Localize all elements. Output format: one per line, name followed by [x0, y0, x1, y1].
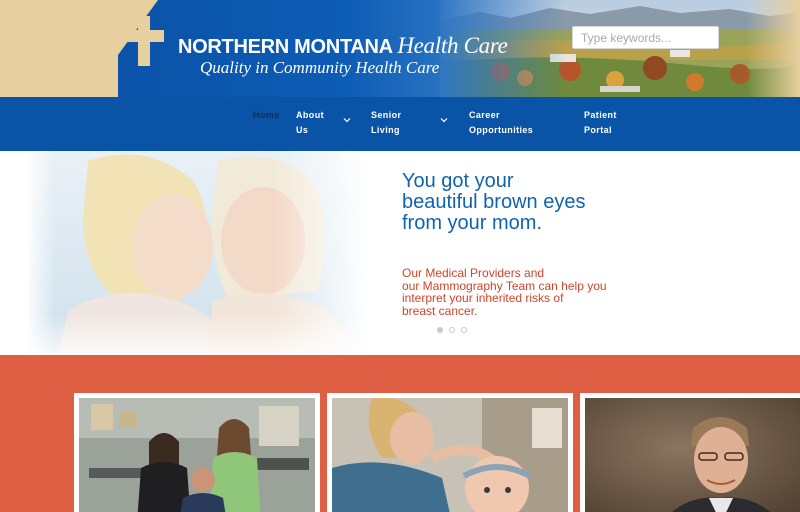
- feature-band: [0, 355, 800, 512]
- feature-card-pediatrics[interactable]: [327, 393, 573, 512]
- nav-item-label: Us: [296, 125, 309, 135]
- nav-item-label: Career: [469, 110, 500, 120]
- nav-item-patient-portal[interactable]: Patient Portal: [584, 108, 617, 138]
- nav-item-home[interactable]: Home: [253, 108, 280, 123]
- executive-portrait-photo: [585, 398, 800, 512]
- nav-item-label: Home: [253, 110, 280, 120]
- hero-headline-line: from your mom.: [402, 212, 543, 234]
- logo-cross-icon: [124, 16, 164, 66]
- nav-item-label: Patient: [584, 110, 617, 120]
- slider-dot-2[interactable]: [449, 327, 455, 333]
- hero-mother-daughter-image: [28, 151, 370, 355]
- feature-card-staff[interactable]: [74, 393, 320, 512]
- slider-pagination: [437, 327, 467, 333]
- nav-item-label: About: [296, 110, 324, 120]
- nav-item-label: Living: [371, 125, 400, 135]
- nav-item-label: Senior: [371, 110, 402, 120]
- logo-title[interactable]: NORTHERN MONTANA Health Care: [178, 33, 508, 59]
- nav-item-career-opportunities[interactable]: Career Opportunities: [469, 108, 533, 138]
- slider-dot-1[interactable]: [437, 327, 443, 333]
- site-header: NORTHERN MONTANA Health Care Quality in …: [0, 0, 800, 97]
- baby-measurement-photo: [332, 398, 568, 512]
- hero-subtext-line: interpret your inherited risks of: [402, 291, 564, 305]
- hero-headline: You got your beautiful brown eyes from y…: [402, 171, 642, 234]
- nav-item-senior-living[interactable]: Senior Living: [371, 108, 401, 138]
- slider-dot-3[interactable]: [461, 327, 467, 333]
- hero-headline-line: You got your: [402, 170, 514, 192]
- hero-headline-line: beautiful brown eyes: [402, 191, 586, 213]
- chevron-down-icon[interactable]: [440, 116, 448, 124]
- hero-subtext-line: breast cancer.: [402, 303, 478, 318]
- nav-item-label: Portal: [584, 125, 612, 135]
- staff-group-photo: [79, 398, 315, 512]
- nav-item-about-us[interactable]: About Us: [296, 108, 324, 138]
- chevron-down-icon[interactable]: [343, 116, 351, 124]
- search-input[interactable]: [572, 26, 719, 49]
- logo-tagline: Quality in Community Health Care: [200, 58, 440, 77]
- logo-title-suffix: Health Care: [397, 33, 508, 58]
- main-navigation: Home About Us Senior Living Career Oppor…: [0, 97, 800, 151]
- logo-title-main: NORTHERN MONTANA: [178, 36, 393, 58]
- nav-item-label: Opportunities: [469, 125, 534, 135]
- feature-card-leadership[interactable]: [580, 393, 800, 512]
- hero-subtext-line: Our Medical Providers and: [402, 266, 545, 280]
- hero-subtext: Our Medical Providers and our Mammograph…: [402, 267, 632, 317]
- hero-slider: You got your beautiful brown eyes from y…: [0, 151, 800, 355]
